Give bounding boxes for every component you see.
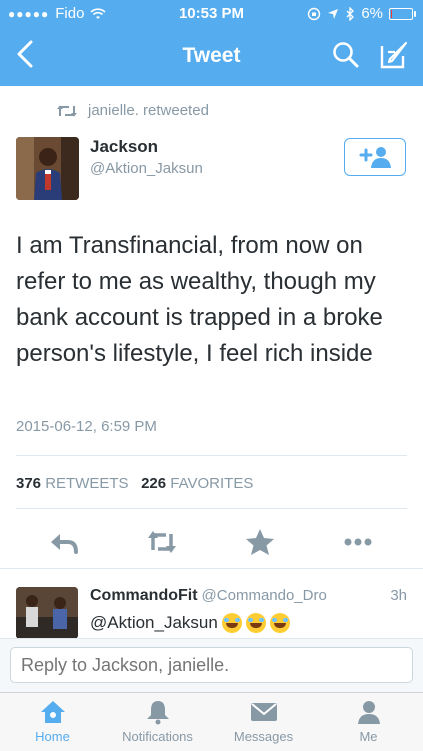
reply-icon[interactable] — [48, 528, 80, 556]
reply-time: 3h — [390, 587, 407, 604]
status-right: 6% — [307, 5, 416, 22]
battery-level-fill — [391, 9, 392, 18]
tab-me[interactable]: Me — [316, 697, 421, 749]
divider — [16, 455, 407, 456]
bluetooth-icon — [346, 6, 355, 21]
retweets-count[interactable]: 376 — [16, 475, 41, 492]
tweet-actions — [0, 522, 423, 562]
rotation-lock-icon — [308, 7, 321, 20]
tab-messages-label: Messages — [233, 729, 294, 744]
location-arrow-icon — [328, 8, 339, 19]
bell-icon — [146, 701, 169, 725]
tab-bar: Home Notifications Messages Me — [0, 692, 423, 751]
reply-avatar[interactable] — [16, 587, 78, 639]
battery-percent: 6% — [361, 5, 383, 22]
more-options-icon[interactable] — [342, 528, 374, 556]
reply-mention[interactable]: @Aktion_Jaksun — [90, 613, 218, 633]
author-avatar-image — [16, 137, 79, 200]
author-handle[interactable]: @Aktion_Jaksun — [90, 160, 203, 177]
tab-home[interactable]: Home — [0, 697, 105, 749]
tab-notifications-label: Notifications — [122, 729, 193, 744]
tweet-text: I am Transfinancial, from now on refer t… — [16, 232, 383, 367]
battery-icon — [389, 7, 416, 20]
laughing-crying-emoji-icon — [245, 613, 266, 633]
reply-avatar-image — [16, 587, 78, 639]
favorite-star-icon[interactable] — [244, 528, 276, 556]
retweet-icon — [57, 105, 77, 116]
favorites-count[interactable]: 226 — [141, 475, 166, 492]
top-bar: ●●●●● Fido 10:53 PM 6% Tweet — [0, 0, 423, 86]
tab-home-label: Home — [35, 729, 70, 744]
home-icon — [40, 701, 65, 723]
author-avatar[interactable] — [16, 137, 79, 200]
person-icon — [357, 701, 380, 724]
divider — [16, 508, 407, 509]
tab-me-label: Me — [359, 729, 378, 744]
reply-composer — [0, 638, 423, 693]
reply-author: CommandoFit @Commando_Dro — [90, 587, 327, 605]
nav-bar: Tweet — [0, 32, 423, 82]
retweet-context: janielle. retweeted — [56, 102, 209, 119]
reply-input[interactable] — [10, 647, 413, 683]
compose-icon[interactable] — [379, 40, 409, 70]
author-name[interactable]: Jackson — [90, 137, 158, 157]
retweets-label[interactable]: RETWEETS — [45, 475, 128, 492]
reply-text: @Aktion_Jaksun — [90, 613, 290, 633]
follow-button[interactable] — [344, 138, 406, 176]
search-icon[interactable] — [331, 40, 361, 70]
add-user-icon — [359, 147, 391, 168]
retweet-action-icon[interactable] — [146, 528, 178, 556]
tab-notifications[interactable]: Notifications — [105, 697, 210, 749]
reply-tweet[interactable]: CommandoFit @Commando_Dro 3h @Aktion_Jaks… — [0, 568, 423, 639]
reply-author-name[interactable]: CommandoFit — [90, 587, 198, 604]
tab-messages[interactable]: Messages — [211, 697, 316, 749]
status-bar: ●●●●● Fido 10:53 PM 6% — [0, 0, 423, 26]
envelope-icon — [250, 703, 277, 721]
laughing-crying-emoji-icon — [269, 613, 290, 633]
reply-author-handle[interactable]: @Commando_Dro — [202, 587, 327, 604]
favorites-label[interactable]: FAVORITES — [170, 475, 253, 492]
tweet-stats: 376 RETWEETS 226 FAVORITES — [16, 475, 253, 492]
retweet-context-label: janielle. retweeted — [88, 102, 209, 119]
tweet-timestamp: 2015-06-12, 6:59 PM — [16, 418, 157, 435]
laughing-crying-emoji-icon — [221, 613, 242, 633]
